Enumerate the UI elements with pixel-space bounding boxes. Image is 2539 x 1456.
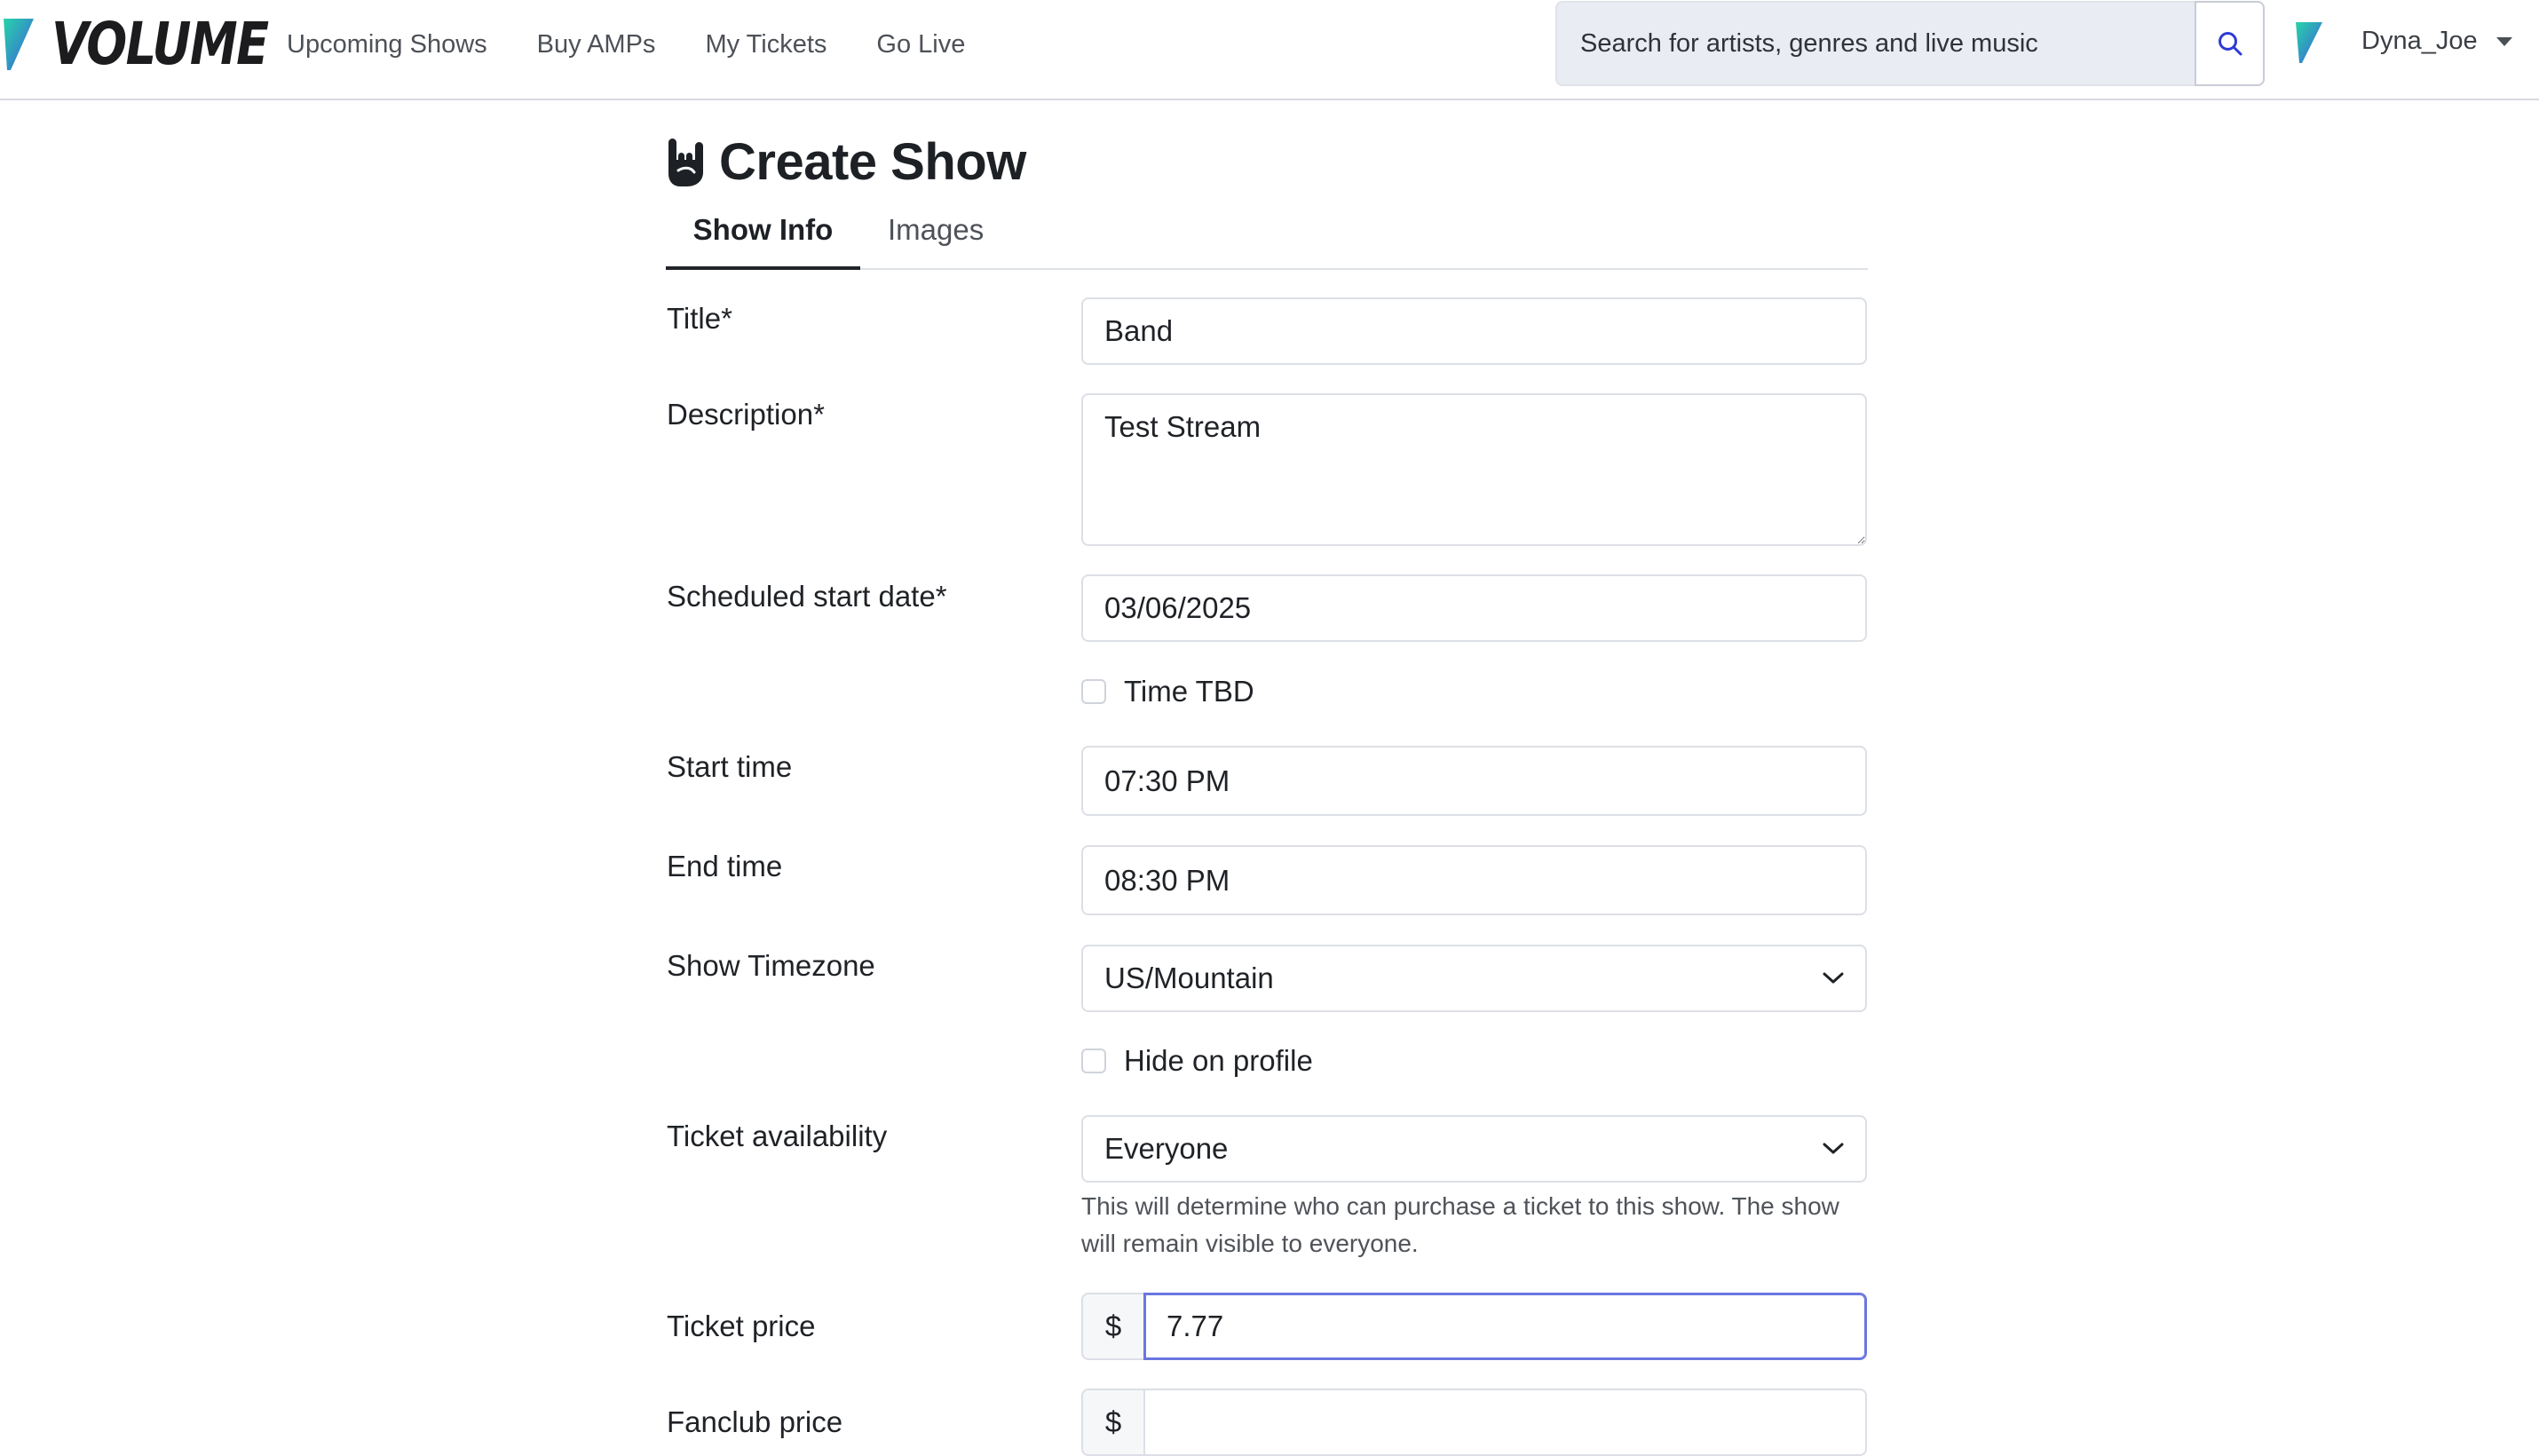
hide-profile-checkbox-row[interactable]: Hide on profile bbox=[1081, 1043, 1313, 1079]
start-date-input[interactable] bbox=[1081, 574, 1867, 642]
brand-logo[interactable]: VOLUME bbox=[4, 10, 315, 78]
timezone-label: Show Timezone bbox=[667, 949, 875, 982]
fanclub-price-input[interactable] bbox=[1143, 1389, 1867, 1456]
description-label: Description* bbox=[667, 398, 825, 431]
ticket-price-currency: $ bbox=[1081, 1293, 1143, 1360]
timezone-selected-value: US/Mountain bbox=[1104, 961, 1274, 994]
nav-upcoming-shows[interactable]: Upcoming Shows bbox=[287, 25, 487, 64]
start-time-label: Start time bbox=[667, 750, 793, 783]
search-bar bbox=[1555, 1, 2265, 86]
main-nav: Upcoming Shows Buy AMPs My Tickets Go Li… bbox=[287, 25, 1015, 64]
time-tbd-checkbox-row[interactable]: Time TBD bbox=[1081, 674, 1254, 709]
start-time-input[interactable] bbox=[1081, 746, 1867, 816]
nav-go-live[interactable]: Go Live bbox=[876, 25, 965, 64]
availability-help-text: This will determine who can purchase a t… bbox=[1081, 1192, 1839, 1257]
time-tbd-checkbox[interactable] bbox=[1081, 679, 1106, 704]
user-avatar-icon[interactable] bbox=[2296, 22, 2322, 63]
title-label: Title* bbox=[667, 302, 732, 335]
rock-hand-icon bbox=[668, 138, 703, 186]
search-icon bbox=[2218, 32, 2242, 56]
availability-selected-value: Everyone bbox=[1104, 1132, 1229, 1165]
availability-label: Ticket availability bbox=[667, 1120, 888, 1152]
chevron-down-icon bbox=[1823, 972, 1844, 984]
search-input[interactable] bbox=[1555, 1, 2195, 86]
chevron-down-icon bbox=[1823, 1143, 1844, 1154]
fanclub-price-currency: $ bbox=[1081, 1389, 1143, 1456]
timezone-select[interactable]: US/Mountain bbox=[1081, 945, 1867, 1012]
tab-images[interactable]: Images bbox=[888, 201, 984, 270]
nav-buy-amps[interactable]: Buy AMPs bbox=[537, 25, 656, 64]
fanclub-price-label: Fanclub price bbox=[667, 1405, 843, 1438]
time-tbd-label: Time TBD bbox=[1124, 675, 1254, 708]
search-button[interactable] bbox=[2195, 1, 2265, 86]
user-menu-name[interactable]: Dyna_Joe bbox=[2361, 23, 2478, 59]
availability-select[interactable]: Everyone bbox=[1081, 1115, 1867, 1183]
title-input[interactable] bbox=[1081, 297, 1867, 365]
ticket-price-group: $ bbox=[1081, 1293, 1867, 1360]
ticket-price-input[interactable] bbox=[1143, 1293, 1867, 1360]
description-textarea[interactable]: Test Stream bbox=[1081, 393, 1867, 546]
page-title-text: Create Show bbox=[719, 133, 1026, 191]
end-time-label: End time bbox=[667, 850, 783, 882]
page-title: Create Show bbox=[666, 131, 1026, 194]
fanclub-price-group: $ bbox=[1081, 1389, 1867, 1456]
volume-logo-icon bbox=[4, 19, 34, 70]
hide-profile-label: Hide on profile bbox=[1124, 1044, 1313, 1077]
nav-my-tickets[interactable]: My Tickets bbox=[705, 25, 827, 64]
tab-show-info[interactable]: Show Info bbox=[666, 201, 860, 270]
form-tabs: Show Info Images bbox=[666, 201, 1868, 270]
end-time-input[interactable] bbox=[1081, 845, 1867, 915]
caret-down-icon[interactable] bbox=[2496, 37, 2512, 46]
hide-profile-checkbox[interactable] bbox=[1081, 1048, 1106, 1073]
brand-wordmark: VOLUME bbox=[51, 10, 269, 78]
start-date-label: Scheduled start date* bbox=[667, 580, 947, 613]
top-navbar: VOLUME Upcoming Shows Buy AMPs My Ticket… bbox=[0, 0, 2539, 100]
ticket-price-label: Ticket price bbox=[667, 1310, 816, 1342]
